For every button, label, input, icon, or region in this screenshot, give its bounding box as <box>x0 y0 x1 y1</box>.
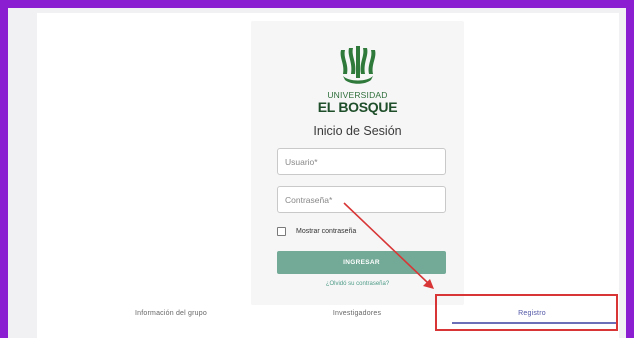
show-password-label: Mostrar contraseña <box>296 228 357 235</box>
tab-researchers[interactable]: Investigadores <box>287 310 427 317</box>
tab-group-info[interactable]: Información del grupo <box>101 310 241 317</box>
login-button[interactable]: INGRESAR <box>277 251 446 274</box>
login-card: UNIVERSIDAD EL BOSQUE Inicio de Sesión U… <box>251 21 464 305</box>
annotation-highlight-box <box>435 294 618 331</box>
username-input[interactable]: Usuario* <box>277 148 446 175</box>
browser-frame: UNIVERSIDAD EL BOSQUE Inicio de Sesión U… <box>8 8 626 338</box>
show-password-checkbox[interactable] <box>277 227 286 236</box>
university-name: EL BOSQUE <box>317 99 398 115</box>
show-password-toggle[interactable]: Mostrar contraseña <box>277 227 356 236</box>
password-input[interactable]: Contraseña* <box>277 186 446 213</box>
forgot-password-link[interactable]: ¿Olvidó su contraseña? <box>251 281 464 287</box>
username-placeholder: Usuario* <box>285 156 318 167</box>
page: UNIVERSIDAD EL BOSQUE Inicio de Sesión U… <box>37 13 619 338</box>
password-placeholder: Contraseña* <box>285 194 333 205</box>
university-logo-icon <box>340 46 376 84</box>
login-title: Inicio de Sesión <box>313 124 402 138</box>
